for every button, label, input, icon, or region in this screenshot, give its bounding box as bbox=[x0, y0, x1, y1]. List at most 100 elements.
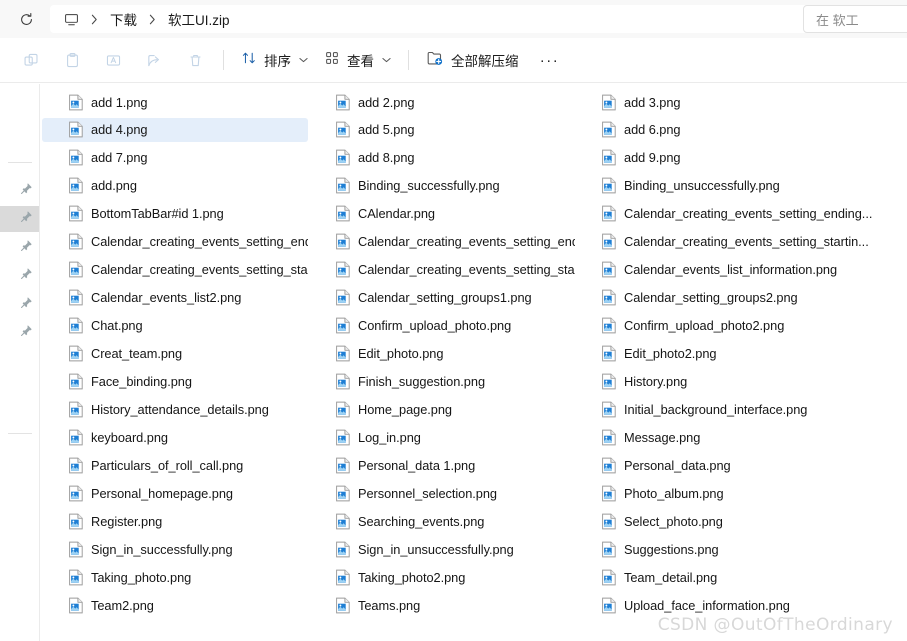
file-list-item[interactable]: Searching_events.png bbox=[309, 509, 575, 533]
nav-pinned-item-1[interactable] bbox=[0, 178, 39, 204]
file-list-item[interactable]: Teams.png bbox=[309, 593, 575, 617]
png-image-file-icon bbox=[335, 261, 351, 278]
nav-pinned-item-2[interactable] bbox=[0, 206, 39, 233]
file-name-label: add 1.png bbox=[91, 94, 148, 110]
file-list[interactable]: add 1.png add 4.png add 7.png add.png Bo… bbox=[41, 84, 907, 641]
refresh-icon[interactable] bbox=[10, 5, 42, 33]
search-input[interactable]: 在 软工 bbox=[803, 5, 907, 33]
png-image-file-icon bbox=[335, 289, 351, 306]
file-list-item[interactable]: Confirm_upload_photo2.png bbox=[575, 314, 875, 338]
file-list-item[interactable]: Team2.png bbox=[42, 593, 308, 617]
file-list-item[interactable]: Edit_photo2.png bbox=[575, 342, 875, 366]
nav-pinned-item-4[interactable] bbox=[0, 263, 39, 289]
extract-all-button[interactable]: 全部解压缩 bbox=[418, 45, 527, 75]
nav-pinned-item-5[interactable] bbox=[0, 292, 39, 318]
file-name-label: History.png bbox=[624, 374, 688, 389]
file-list-item[interactable]: Calendar_creating_events_setting_ending.… bbox=[42, 230, 308, 254]
nav-pinned-item-3[interactable] bbox=[0, 235, 39, 261]
png-image-file-icon bbox=[68, 429, 84, 446]
file-list-item[interactable]: Calendar_creating_events_setting_ending.… bbox=[309, 230, 575, 254]
file-list-item[interactable]: Edit_photo.png bbox=[309, 342, 575, 366]
file-list-item[interactable]: Calendar_creating_events_setting_startin… bbox=[42, 258, 308, 282]
file-list-item[interactable]: Personal_data 1.png bbox=[309, 453, 575, 477]
png-image-file-icon bbox=[68, 345, 84, 362]
file-list-item[interactable]: Calendar_events_list2.png bbox=[42, 286, 308, 310]
share-icon[interactable] bbox=[135, 45, 173, 75]
file-list-item[interactable]: add 9.png bbox=[575, 146, 875, 170]
file-list-item[interactable]: Select_photo.png bbox=[575, 509, 875, 533]
file-list-item[interactable]: Calendar_events_list_information.png bbox=[575, 258, 875, 282]
png-image-file-icon bbox=[335, 373, 351, 390]
file-list-item[interactable]: keyboard.png bbox=[42, 425, 308, 449]
file-name-label: add 2.png bbox=[358, 94, 415, 110]
file-list-item[interactable]: Sign_in_successfully.png bbox=[42, 537, 308, 561]
view-button[interactable]: 查看 bbox=[316, 45, 399, 75]
file-list-item[interactable]: Message.png bbox=[575, 425, 875, 449]
png-image-file-icon bbox=[601, 121, 617, 138]
file-list-item[interactable]: CAlendar.png bbox=[309, 202, 575, 226]
copy-icon[interactable] bbox=[12, 45, 50, 75]
file-name-label: Calendar_creating_events_setting_startin… bbox=[358, 262, 575, 278]
file-name-label: add 4.png bbox=[91, 122, 148, 138]
file-list-item[interactable]: History.png bbox=[575, 370, 875, 394]
file-list-item[interactable]: add 3.png bbox=[575, 90, 875, 114]
file-list-item[interactable]: Confirm_upload_photo.png bbox=[309, 314, 575, 338]
paste-icon[interactable] bbox=[53, 45, 91, 75]
file-list-item[interactable]: Photo_album.png bbox=[575, 481, 875, 505]
rename-icon[interactable] bbox=[94, 45, 132, 75]
file-list-item[interactable]: BottomTabBar#id 1.png bbox=[42, 202, 308, 226]
file-name-label: add.png bbox=[91, 178, 137, 194]
file-list-item[interactable]: Taking_photo.png bbox=[42, 565, 308, 589]
file-list-item[interactable]: Binding_unsuccessfully.png bbox=[575, 174, 875, 198]
chevron-down-icon bbox=[382, 56, 391, 65]
file-list-item[interactable]: Calendar_setting_groups1.png bbox=[309, 286, 575, 310]
file-list-item[interactable]: add 5.png bbox=[309, 118, 575, 142]
file-list-item[interactable]: Suggestions.png bbox=[575, 537, 875, 561]
file-list-item[interactable]: Creat_team.png bbox=[42, 342, 308, 366]
file-list-item[interactable]: add 4.png bbox=[42, 117, 308, 142]
file-name-label: Calendar_events_list_information.png bbox=[624, 262, 838, 278]
file-list-item[interactable]: Finish_suggestion.png bbox=[309, 370, 575, 394]
file-list-item[interactable]: Home_page.png bbox=[309, 397, 575, 421]
file-list-item[interactable]: Calendar_creating_events_setting_startin… bbox=[309, 258, 575, 282]
see-more-button[interactable]: ··· bbox=[533, 45, 567, 75]
file-list-item[interactable]: Team_detail.png bbox=[575, 565, 875, 589]
file-list-item[interactable]: Particulars_of_roll_call.png bbox=[42, 453, 308, 477]
file-name-label: Calendar_setting_groups1.png bbox=[358, 290, 532, 306]
file-list-item[interactable]: Personal_data.png bbox=[575, 453, 875, 477]
file-list-item[interactable]: add 6.png bbox=[575, 118, 875, 142]
file-list-item[interactable]: Sign_in_unsuccessfully.png bbox=[309, 537, 575, 561]
file-list-item[interactable]: add 7.png bbox=[42, 146, 308, 170]
sort-button[interactable]: 排序 bbox=[233, 45, 316, 75]
command-bar-divider-1 bbox=[223, 50, 224, 70]
file-list-item[interactable]: Face_binding.png bbox=[42, 370, 308, 394]
file-list-item[interactable]: add 8.png bbox=[309, 146, 575, 170]
pin-icon bbox=[20, 210, 33, 228]
delete-icon[interactable] bbox=[176, 45, 214, 75]
file-list-item[interactable]: Taking_photo2.png bbox=[309, 565, 575, 589]
file-list-item[interactable]: Chat.png bbox=[42, 314, 308, 338]
file-list-item[interactable]: Calendar_creating_events_setting_ending.… bbox=[575, 202, 875, 226]
file-list-item[interactable]: Upload_face_information.png bbox=[575, 593, 875, 617]
file-list-item[interactable]: Register.png bbox=[42, 509, 308, 533]
nav-pinned-item-6[interactable] bbox=[0, 320, 39, 346]
file-name-label: Chat.png bbox=[91, 318, 143, 334]
sort-icon bbox=[241, 50, 257, 71]
file-list-item[interactable]: add.png bbox=[42, 174, 308, 198]
file-name-label: Personnel_selection.png bbox=[358, 485, 498, 501]
file-list-item[interactable]: add 2.png bbox=[309, 90, 575, 114]
breadcrumb-item-archive[interactable]: 软工UI.zip bbox=[164, 7, 234, 31]
extract-folder-icon bbox=[426, 49, 444, 72]
breadcrumb[interactable]: 下载 软工UI.zip bbox=[50, 5, 850, 33]
file-list-item[interactable]: Personnel_selection.png bbox=[309, 481, 575, 505]
file-list-item[interactable]: Calendar_setting_groups2.png bbox=[575, 286, 875, 310]
file-list-item[interactable]: add 1.png bbox=[42, 90, 308, 114]
file-list-item[interactable]: Binding_successfully.png bbox=[309, 174, 575, 198]
file-list-item[interactable]: Personal_homepage.png bbox=[42, 481, 308, 505]
file-list-item[interactable]: Calendar_creating_events_setting_startin… bbox=[575, 230, 875, 254]
breadcrumb-item-downloads[interactable]: 下载 bbox=[106, 7, 141, 31]
file-list-item[interactable]: History_attendance_details.png bbox=[42, 397, 308, 421]
file-list-item[interactable]: Log_in.png bbox=[309, 425, 575, 449]
file-list-item[interactable]: Initial_background_interface.png bbox=[575, 397, 875, 421]
this-pc-monitor-icon[interactable] bbox=[60, 12, 83, 27]
